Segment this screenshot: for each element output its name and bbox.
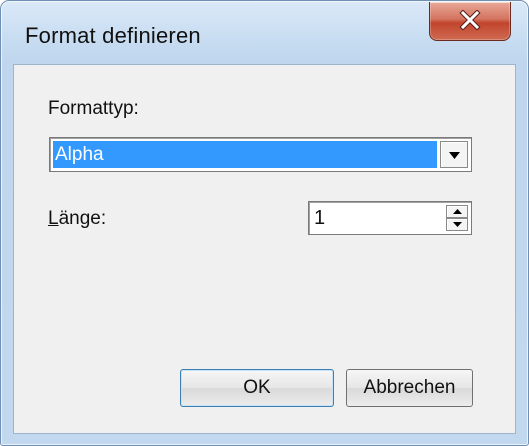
length-input[interactable]: 1 [314, 205, 325, 231]
triangle-down-icon [453, 222, 462, 227]
ok-button[interactable]: OK [180, 369, 334, 407]
triangle-down-icon [449, 152, 460, 159]
dialog-client-area: Formattyp: Alpha Länge: 1 OK Abbrechen [13, 64, 516, 434]
dialog-window: Format definieren Formattyp: Alpha Länge… [0, 0, 529, 446]
close-icon [459, 10, 481, 30]
close-button[interactable] [429, 2, 511, 41]
format-type-selected-value[interactable]: Alpha [53, 141, 437, 168]
format-type-dropdown[interactable]: Alpha [49, 137, 472, 172]
cancel-button[interactable]: Abbrechen [346, 369, 473, 407]
format-type-label: Formattyp: [48, 98, 139, 119]
length-label: Länge: [48, 208, 106, 230]
spin-up-button[interactable] [446, 205, 468, 218]
triangle-up-icon [453, 209, 462, 214]
dropdown-arrow-button[interactable] [440, 141, 468, 168]
spin-down-button[interactable] [446, 218, 468, 231]
length-spinbox[interactable]: 1 [308, 201, 472, 235]
window-title: Format definieren [25, 23, 201, 48]
length-label-text: änge: [58, 208, 107, 229]
length-label-accesskey: L [48, 208, 59, 229]
